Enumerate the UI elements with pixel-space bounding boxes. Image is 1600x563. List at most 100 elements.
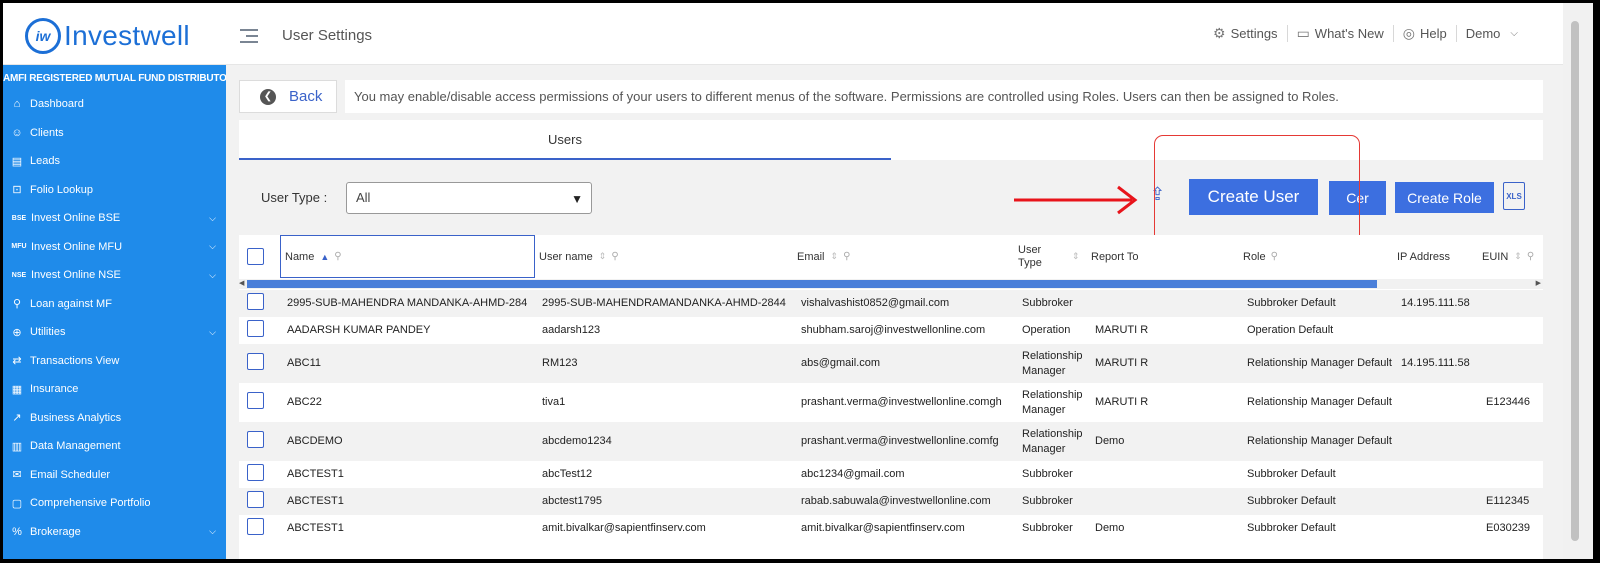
column-email[interactable]: Email ⇕ ⚲ <box>797 235 850 278</box>
column-user-type[interactable]: User Type <box>1018 235 1062 278</box>
row-checkbox[interactable] <box>247 320 264 337</box>
row-checkbox[interactable] <box>247 293 264 310</box>
table-cell: Subbroker Default <box>1247 495 1336 507</box>
sidebar-item-brokerage[interactable]: % Brokerage ⌵ <box>3 518 226 547</box>
table-row[interactable]: AADARSH KUMAR PANDEY aadarsh123 shubham.sa… <box>239 317 1543 344</box>
column-role-label: Role <box>1243 250 1266 263</box>
table-cell: MARUTI R <box>1095 324 1149 336</box>
select-all-checkbox[interactable] <box>247 248 264 265</box>
table-cell: abs@gmail.com <box>801 357 881 369</box>
menu-toggle-icon[interactable] <box>240 29 258 43</box>
help-link[interactable]: ◎ Help <box>1394 25 1457 42</box>
vertical-scrollbar[interactable] <box>1563 3 1593 559</box>
search-icon[interactable]: ⚲ <box>611 251 618 262</box>
horizontal-scrollbar[interactable]: ◀ ▶ <box>239 279 1543 289</box>
sort-icon[interactable]: ⇕ <box>1072 251 1080 262</box>
sort-icon[interactable]: ⇕ <box>1514 251 1522 262</box>
table-cell: abctest1795 <box>542 495 602 507</box>
row-checkbox[interactable] <box>247 491 264 508</box>
sidebar-item-data-management[interactable]: ▥ Data Management <box>3 432 226 461</box>
row-checkbox[interactable] <box>247 464 264 481</box>
table-row[interactable]: ABCDEMO abcdemo1234 prashant.verma@investw… <box>239 422 1543 461</box>
column-name[interactable]: Name ▲ ⚲ <box>280 235 535 278</box>
column-username[interactable]: User name ⇕ ⚲ <box>539 235 619 278</box>
sidebar-item-invest-online-bse[interactable]: BSE Invest Online BSE ⌵ <box>3 204 226 233</box>
chevron-down-icon[interactable]: ⌵ <box>209 270 216 281</box>
sidebar-item-invest-online-nse[interactable]: NSE Invest Online NSE ⌵ <box>3 261 226 290</box>
xls-export-icon[interactable]: XLS <box>1503 182 1525 210</box>
sidebar-item-label: Transactions View <box>30 354 120 367</box>
tab-users[interactable]: Users <box>239 120 891 160</box>
chevron-down-icon[interactable]: ⌵ <box>209 241 216 252</box>
search-icon[interactable]: ⚲ <box>334 251 341 262</box>
vertical-scrollbar-thumb[interactable] <box>1571 21 1579 541</box>
sidebar-item-leads[interactable]: ▤ Leads <box>3 147 226 176</box>
sidebar-item-loan-against-mf[interactable]: ⚲ Loan against MF <box>3 290 226 319</box>
table-cell: Relationship Manager <box>1022 349 1083 377</box>
logo-text: Investwell <box>64 20 190 51</box>
sidebar-item-label: Email Scheduler <box>30 468 111 481</box>
row-checkbox[interactable] <box>247 431 264 448</box>
column-user-type-sort[interactable]: ⇕ <box>1066 235 1080 278</box>
sidebar-item-utilities[interactable]: ⊕ Utilities ⌵ <box>3 318 226 347</box>
chevron-down-icon: ⌵ <box>1510 28 1518 39</box>
page-title: User Settings <box>282 27 373 44</box>
row-checkbox[interactable] <box>247 518 264 535</box>
column-username-label: User name <box>539 250 593 263</box>
sort-icon[interactable]: ⇕ <box>831 251 839 262</box>
sidebar-item-clients[interactable]: ☺ Clients <box>3 119 226 148</box>
sidebar-item-folio-lookup[interactable]: ⊡ Folio Lookup <box>3 176 226 205</box>
user-menu[interactable]: Demo ⌵ <box>1457 26 1527 41</box>
table-cell: RM123 <box>542 357 578 369</box>
search-icon[interactable]: ⚲ <box>843 251 850 262</box>
search-icon[interactable]: ⚲ <box>1271 251 1278 262</box>
sidebar-item-invest-online-mfu[interactable]: MFU Invest Online MFU ⌵ <box>3 233 226 262</box>
sidebar-item-business-analytics[interactable]: ↗ Business Analytics <box>3 404 226 433</box>
folio-icon: ⊡ <box>12 184 22 197</box>
sidebar-item-label: Loan against MF <box>30 297 112 310</box>
sidebar-item-email-scheduler[interactable]: ✉ Email Scheduler <box>3 461 226 490</box>
create-role-button[interactable]: Create Role <box>1395 182 1494 213</box>
back-button[interactable]: ❮ Back <box>239 80 337 113</box>
table-row[interactable]: ABCTEST1 abctest1795 rabab.sabuwala@invest… <box>239 488 1543 515</box>
table-row[interactable]: ABCTEST1 amit.bivalkar@sapientfinserv.com… <box>239 515 1543 542</box>
column-user-type-label: User Type <box>1018 243 1042 269</box>
table-row[interactable]: 2995-SUB-MAHENDRA MANDANKA-AHMD-284 2995-… <box>239 290 1543 317</box>
search-icon[interactable]: ⚲ <box>1527 251 1534 262</box>
table-row[interactable]: ABCTEST1 abcTest12 abc1234@gmail.com Subbro… <box>239 461 1543 488</box>
table-cell: tiva1 <box>542 396 566 408</box>
table-cell: amit.bivalkar@sapientfinserv.com <box>801 522 965 534</box>
sidebar-item-insurance[interactable]: ▦ Insurance <box>3 375 226 404</box>
table-row[interactable]: ABC22 tiva1 prashant.verma@investwellonlin… <box>239 383 1543 422</box>
scroll-right-icon[interactable]: ▶ <box>1536 279 1541 287</box>
table-row[interactable]: ABC11 RM123 abs@gmail.com Relationship Mana… <box>239 344 1543 383</box>
chevron-down-icon[interactable]: ⌵ <box>209 213 216 224</box>
column-report-to[interactable]: Report To <box>1091 235 1139 278</box>
sort-icon[interactable]: ⇕ <box>599 251 607 262</box>
table-cell: Demo <box>1095 522 1125 534</box>
user-type-select[interactable]: All ▼ <box>346 182 592 214</box>
investwell-logo[interactable]: iw Investwell <box>25 18 190 54</box>
table-cell: Demo <box>1095 435 1125 447</box>
chevron-down-icon[interactable]: ⌵ <box>209 327 216 338</box>
chevron-down-icon[interactable]: ⌵ <box>209 526 216 537</box>
sidebar-item-label: Insurance <box>30 383 79 396</box>
column-role[interactable]: Role ⚲ <box>1243 235 1278 278</box>
sidebar-item-label: Comprehensive Portfolio <box>30 497 151 510</box>
data-icon: ▥ <box>11 440 23 453</box>
sidebar-item-comprehensive-portfolio[interactable]: ▢ Comprehensive Portfolio <box>3 489 226 518</box>
settings-link[interactable]: ⚙ Settings <box>1204 25 1288 42</box>
sidebar-item-dashboard[interactable]: ⌂ Dashboard <box>3 90 226 119</box>
sort-icon[interactable]: ▲ <box>320 252 329 262</box>
sidebar-item-transactions-view[interactable]: ⇄ Transactions View <box>3 347 226 376</box>
scrollbar-thumb[interactable] <box>247 280 1377 288</box>
column-euin[interactable]: EUIN ⇕ ⚲ <box>1482 235 1534 278</box>
whats-new-link[interactable]: ▭ What's New <box>1288 25 1394 42</box>
row-checkbox[interactable] <box>247 392 264 409</box>
back-arrow-icon: ❮ <box>260 88 276 105</box>
scroll-left-icon[interactable]: ◀ <box>239 279 244 287</box>
table-cell: 2995-SUB-MAHENDRA MANDANKA-AHMD-284 <box>287 297 528 309</box>
column-euin-label: EUIN <box>1482 250 1509 263</box>
row-checkbox[interactable] <box>247 353 264 370</box>
column-ip-address[interactable]: IP Address <box>1397 235 1450 278</box>
